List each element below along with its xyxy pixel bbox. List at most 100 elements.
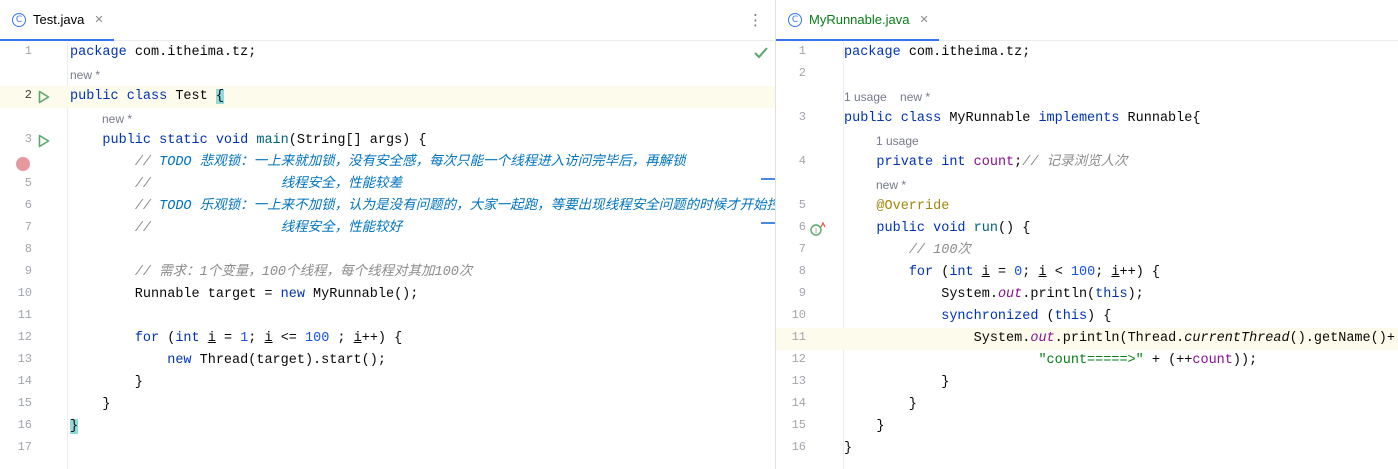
code-line[interactable]: 13 } (776, 372, 1398, 394)
line-number[interactable]: 9 (0, 264, 32, 278)
code-line[interactable]: 10 Runnable target = new MyRunnable(); (0, 284, 775, 306)
line-number[interactable]: 12 (0, 330, 32, 344)
inlay-hint[interactable]: new * (70, 64, 100, 86)
inlay-hint-row[interactable]: new * (0, 64, 775, 86)
code-text[interactable]: package com.itheima.tz; (844, 42, 1030, 64)
code-text[interactable]: } (70, 416, 79, 438)
inlay-hint-row[interactable]: new * (0, 108, 775, 130)
code-line[interactable]: 9 // 需求：1个变量，100个线程，每个线程对其加100次 (0, 262, 775, 284)
inlay-hint[interactable]: 1 usage new * (844, 86, 930, 108)
code-line[interactable]: 6 I public void run() { (776, 218, 1398, 240)
code-line[interactable]: 13 new Thread(target).start(); (0, 350, 775, 372)
line-number[interactable]: 14 (776, 396, 806, 410)
code-text[interactable]: for (int i = 0; i < 100; i++) { (844, 262, 1160, 284)
line-number[interactable]: 8 (776, 264, 806, 278)
line-number[interactable]: 17 (0, 440, 32, 454)
close-icon[interactable]: ✕ (94, 13, 103, 26)
code-line[interactable]: 8 for (int i = 0; i < 100; i++) { (776, 262, 1398, 284)
line-number[interactable]: 13 (0, 352, 32, 366)
code-text[interactable]: public class MyRunnable implements Runna… (844, 108, 1200, 130)
run-icon[interactable] (38, 134, 50, 148)
code-text[interactable]: System.out.println(Thread.currentThread(… (844, 328, 1395, 350)
line-number[interactable]: 14 (0, 374, 32, 388)
code-editor-left[interactable]: 1 package com.itheima.tz; new * 2 public cla… (0, 42, 775, 469)
line-number[interactable]: 6 (0, 198, 32, 212)
code-line[interactable]: 4 private int count;// 记录浏览人次 (776, 152, 1398, 174)
code-line[interactable]: 3 public class MyRunnable implements Runn… (776, 108, 1398, 130)
code-text[interactable]: } (70, 394, 110, 416)
code-line[interactable]: 17 (0, 438, 775, 460)
more-options-icon[interactable]: ⋮ (748, 10, 763, 30)
line-number[interactable]: 8 (0, 242, 32, 256)
line-number[interactable]: 2 (776, 66, 806, 80)
line-number[interactable]: 16 (0, 418, 32, 432)
code-text[interactable]: } (70, 372, 143, 394)
code-line[interactable]: 1 package com.itheima.tz; (776, 42, 1398, 64)
code-text[interactable]: // 线程安全，性能较差 (70, 174, 402, 196)
line-number[interactable]: 2 (0, 88, 32, 102)
code-line[interactable]: 10 synchronized (this) { (776, 306, 1398, 328)
inlay-hint[interactable]: new * (876, 174, 906, 196)
code-text[interactable]: @Override (844, 196, 949, 218)
code-line[interactable]: 2 (776, 64, 1398, 86)
line-number[interactable]: 1 (776, 44, 806, 58)
code-text[interactable]: public class Test { (70, 86, 224, 108)
breakpoint-icon[interactable] (16, 157, 30, 171)
code-text[interactable]: // TODO 悲观锁：一上来就加锁，没有安全感，每次只能一个线程进入访问完毕后… (70, 152, 686, 174)
code-text[interactable]: Runnable target = new MyRunnable(); (70, 284, 419, 306)
code-text[interactable]: for (int i = 1; i <= 100 ; i++) { (70, 328, 402, 350)
code-text[interactable]: package com.itheima.tz; (70, 42, 256, 64)
code-text[interactable]: // 需求：1个变量，100个线程，每个线程对其加100次 (70, 262, 473, 284)
line-number[interactable]: 5 (776, 198, 806, 212)
tab-myrunnable-java[interactable]: C MyRunnable.java ✕ (776, 0, 939, 41)
code-line[interactable]: 16} (0, 416, 775, 438)
line-number[interactable]: 11 (776, 330, 806, 344)
code-line[interactable]: 1 package com.itheima.tz; (0, 42, 775, 64)
code-editor-right[interactable]: 1 package com.itheima.tz; 2 1 usage new * 3 p… (776, 42, 1398, 469)
override-icon[interactable]: I (810, 221, 826, 237)
code-line[interactable]: 5 // 线程安全，性能较差 (0, 174, 775, 196)
code-text[interactable]: private int count;// 记录浏览人次 (844, 152, 1127, 174)
line-number[interactable]: 15 (776, 418, 806, 432)
code-line[interactable]: 11 System.out.println(Thread.currentThre… (776, 328, 1398, 350)
code-line[interactable]: 14 } (0, 372, 775, 394)
line-number[interactable]: 9 (776, 286, 806, 300)
inlay-hint[interactable]: 1 usage (876, 130, 919, 152)
code-line[interactable]: 12 "count=====>" + (++count)); (776, 350, 1398, 372)
code-line[interactable]: 12 for (int i = 1; i <= 100 ; i++) { (0, 328, 775, 350)
line-number[interactable]: 7 (776, 242, 806, 256)
code-text[interactable]: } (844, 416, 884, 438)
code-line[interactable]: 14 } (776, 394, 1398, 416)
line-number[interactable]: 10 (776, 308, 806, 322)
line-number[interactable]: 16 (776, 440, 806, 454)
code-line[interactable]: 16} (776, 438, 1398, 460)
code-line[interactable]: 15 } (0, 394, 775, 416)
code-line[interactable]: 15 } (776, 416, 1398, 438)
code-line[interactable]: 6 // TODO 乐观锁：一上来不加锁，认为是没有问题的，大家一起跑，等要出现… (0, 196, 775, 218)
code-text[interactable]: // TODO 乐观锁：一上来不加锁，认为是没有问题的，大家一起跑，等要出现线程… (70, 196, 775, 218)
code-line[interactable]: 2 public class Test { (0, 86, 775, 108)
code-line[interactable]: 3 public static void main(String[] args)… (0, 130, 775, 152)
inlay-hint-row[interactable]: 1 usage new * (776, 86, 1398, 108)
line-number[interactable]: 11 (0, 308, 32, 322)
line-number[interactable]: 1 (0, 44, 32, 58)
code-text[interactable]: System.out.println(this); (844, 284, 1144, 306)
tab-test-java[interactable]: C Test.java ✕ (0, 0, 114, 41)
line-number[interactable]: 4 (776, 154, 806, 168)
run-icon[interactable] (38, 90, 50, 104)
code-line[interactable]: 5 @Override (776, 196, 1398, 218)
code-line[interactable]: 9 System.out.println(this); (776, 284, 1398, 306)
line-number[interactable]: 5 (0, 176, 32, 190)
code-text[interactable]: // 100次 (844, 240, 971, 262)
code-line[interactable]: 11 (0, 306, 775, 328)
inlay-hint[interactable]: new * (102, 108, 132, 130)
inlay-hint-row[interactable]: new * (776, 174, 1398, 196)
inlay-hint-row[interactable]: 1 usage (776, 130, 1398, 152)
code-text[interactable]: new Thread(target).start(); (70, 350, 386, 372)
code-text[interactable]: } (844, 394, 917, 416)
code-text[interactable]: synchronized (this) { (844, 306, 1111, 328)
code-line[interactable]: // TODO 悲观锁：一上来就加锁，没有安全感，每次只能一个线程进入访问完毕后… (0, 152, 775, 174)
line-number[interactable]: 12 (776, 352, 806, 366)
line-number[interactable]: 7 (0, 220, 32, 234)
line-number[interactable]: 6 (776, 220, 806, 234)
